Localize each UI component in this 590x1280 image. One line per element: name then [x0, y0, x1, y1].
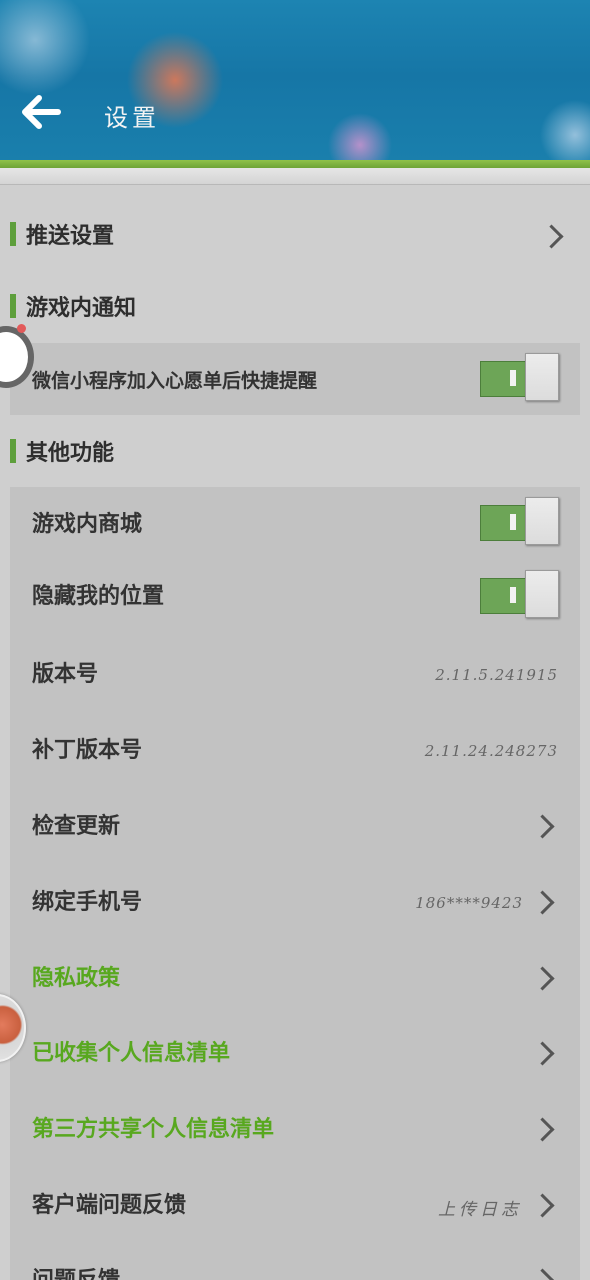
in-game-store-toggle[interactable]: [480, 497, 560, 545]
feedback-label: 问题反馈: [32, 1262, 120, 1280]
arrow-left-icon: [22, 95, 61, 129]
feedback-row[interactable]: 问题反馈: [10, 1254, 580, 1280]
version-label: 版本号: [32, 662, 99, 687]
collected-info-link: 已收集个人信息清单: [32, 1041, 231, 1066]
hide-location-toggle[interactable]: [480, 570, 560, 618]
back-button[interactable]: [18, 90, 64, 134]
hide-location-label: 隐藏我的位置: [32, 584, 165, 609]
third-party-info-link: 第三方共享个人信息清单: [32, 1117, 275, 1142]
page-title: 设置: [104, 104, 160, 132]
privacy-policy-link: 隐私政策: [32, 966, 121, 991]
upload-log-link[interactable]: 上传日志: [438, 1195, 522, 1220]
settings-page: 设置 推送设置 游戏内通知 微信小程序加入心愿单后快捷提醒 其他功能 游戏内商城…: [0, 0, 590, 1280]
wishlist-reminder-label: 微信小程序加入心愿单后快捷提醒: [32, 369, 318, 392]
header-banner: [0, 0, 590, 168]
section-marker: [10, 222, 16, 246]
privacy-policy-row[interactable]: 隐私政策: [10, 952, 580, 1000]
section-title-in-game-notice: 游戏内通知: [10, 294, 136, 321]
bind-phone-value: 186****9423: [415, 894, 523, 912]
section-marker: [10, 439, 16, 463]
push-settings-row[interactable]: 推送设置: [10, 222, 570, 249]
section-title-label: 游戏内通知: [26, 296, 137, 321]
push-settings-label: 推送设置: [26, 224, 115, 249]
in-game-store-label: 游戏内商城: [32, 512, 143, 537]
section-title-label: 其他功能: [26, 441, 115, 466]
header-shadow: [0, 168, 590, 185]
check-update-label: 检查更新: [32, 814, 121, 839]
toggle-knob: [525, 353, 559, 401]
section-title-other: 其他功能: [10, 439, 114, 466]
client-feedback-label: 客户端问题反馈: [32, 1193, 187, 1218]
toggle-on-mark: [510, 587, 516, 603]
version-value: 2.11.5.241915: [435, 666, 558, 684]
toggle-knob: [525, 497, 559, 545]
notification-dot: [17, 324, 26, 333]
wishlist-reminder-toggle[interactable]: [480, 353, 560, 401]
check-update-row[interactable]: 检查更新: [10, 800, 580, 848]
patch-version-value: 2.11.24.248273: [424, 742, 558, 760]
toggle-on-mark: [510, 370, 516, 386]
third-party-info-row[interactable]: 第三方共享个人信息清单: [10, 1103, 580, 1151]
bind-phone-label: 绑定手机号: [32, 890, 143, 915]
toggle-on-mark: [510, 514, 516, 530]
patch-version-label: 补丁版本号: [32, 738, 143, 763]
header-divider: [0, 160, 590, 168]
toggle-knob: [525, 570, 559, 618]
collected-info-row[interactable]: 已收集个人信息清单: [10, 1027, 580, 1075]
section-marker: [10, 294, 16, 318]
